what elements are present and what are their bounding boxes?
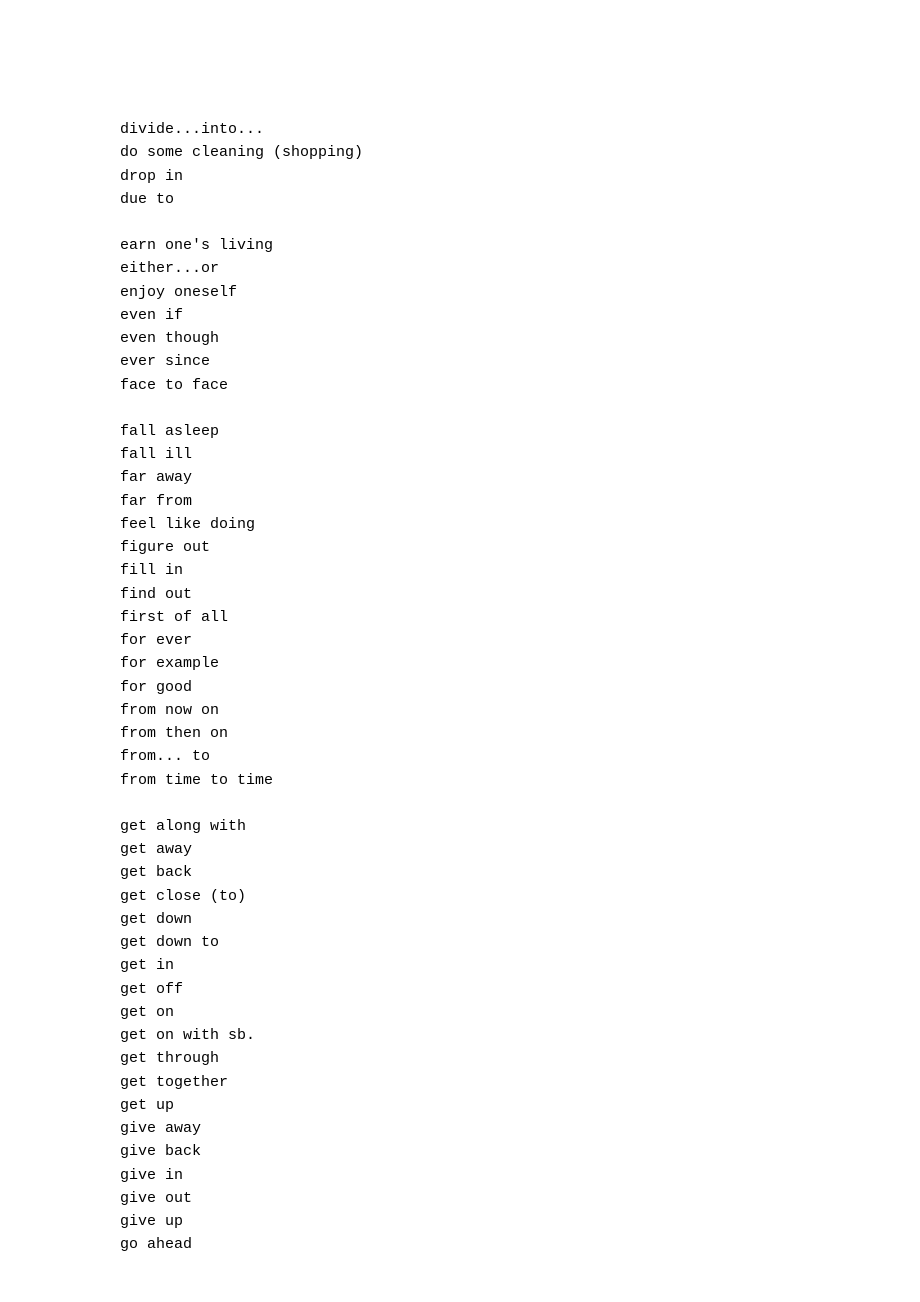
phrase-line: fall asleep <box>120 420 920 443</box>
phrase-line: feel like doing <box>120 513 920 536</box>
phrase-line: get back <box>120 861 920 884</box>
phrase-line: far away <box>120 466 920 489</box>
phrase-line: from... to <box>120 745 920 768</box>
phrase-line: do some cleaning (shopping) <box>120 141 920 164</box>
phrase-line: earn one's living <box>120 234 920 257</box>
phrase-line: fill in <box>120 559 920 582</box>
phrase-line: get close (to) <box>120 885 920 908</box>
phrase-line: give out <box>120 1187 920 1210</box>
phrase-line: for ever <box>120 629 920 652</box>
phrase-line: first of all <box>120 606 920 629</box>
phrase-line: get along with <box>120 815 920 838</box>
phrase-line: even if <box>120 304 920 327</box>
phrase-line: find out <box>120 583 920 606</box>
phrase-block: fall asleep fall ill far away far from f… <box>120 420 920 792</box>
phrase-line: get on <box>120 1001 920 1024</box>
phrase-line: go ahead <box>120 1233 920 1256</box>
phrase-line: from now on <box>120 699 920 722</box>
phrase-line: get away <box>120 838 920 861</box>
phrase-line: get in <box>120 954 920 977</box>
phrase-line: get up <box>120 1094 920 1117</box>
phrase-line: drop in <box>120 165 920 188</box>
phrase-block: get along with get away get back get clo… <box>120 815 920 1257</box>
phrase-line: figure out <box>120 536 920 559</box>
phrase-line: face to face <box>120 374 920 397</box>
phrase-line: get off <box>120 978 920 1001</box>
document-page: divide...into... do some cleaning (shopp… <box>0 0 920 1302</box>
phrase-line: give back <box>120 1140 920 1163</box>
phrase-line: give away <box>120 1117 920 1140</box>
phrase-line: get down to <box>120 931 920 954</box>
phrase-line: from time to time <box>120 769 920 792</box>
phrase-block: divide...into... do some cleaning (shopp… <box>120 118 920 211</box>
phrase-line: for good <box>120 676 920 699</box>
phrase-line: for example <box>120 652 920 675</box>
phrase-line: get through <box>120 1047 920 1070</box>
phrase-line: enjoy oneself <box>120 281 920 304</box>
phrase-line: far from <box>120 490 920 513</box>
phrase-line: from then on <box>120 722 920 745</box>
phrase-line: get down <box>120 908 920 931</box>
phrase-line: give up <box>120 1210 920 1233</box>
phrase-line: ever since <box>120 350 920 373</box>
phrase-line: fall ill <box>120 443 920 466</box>
phrase-line: even though <box>120 327 920 350</box>
phrase-line: due to <box>120 188 920 211</box>
phrase-line: give in <box>120 1164 920 1187</box>
phrase-line: get together <box>120 1071 920 1094</box>
phrase-line: either...or <box>120 257 920 280</box>
phrase-line: get on with sb. <box>120 1024 920 1047</box>
phrase-line: divide...into... <box>120 118 920 141</box>
phrase-block: earn one's living either...or enjoy ones… <box>120 234 920 397</box>
